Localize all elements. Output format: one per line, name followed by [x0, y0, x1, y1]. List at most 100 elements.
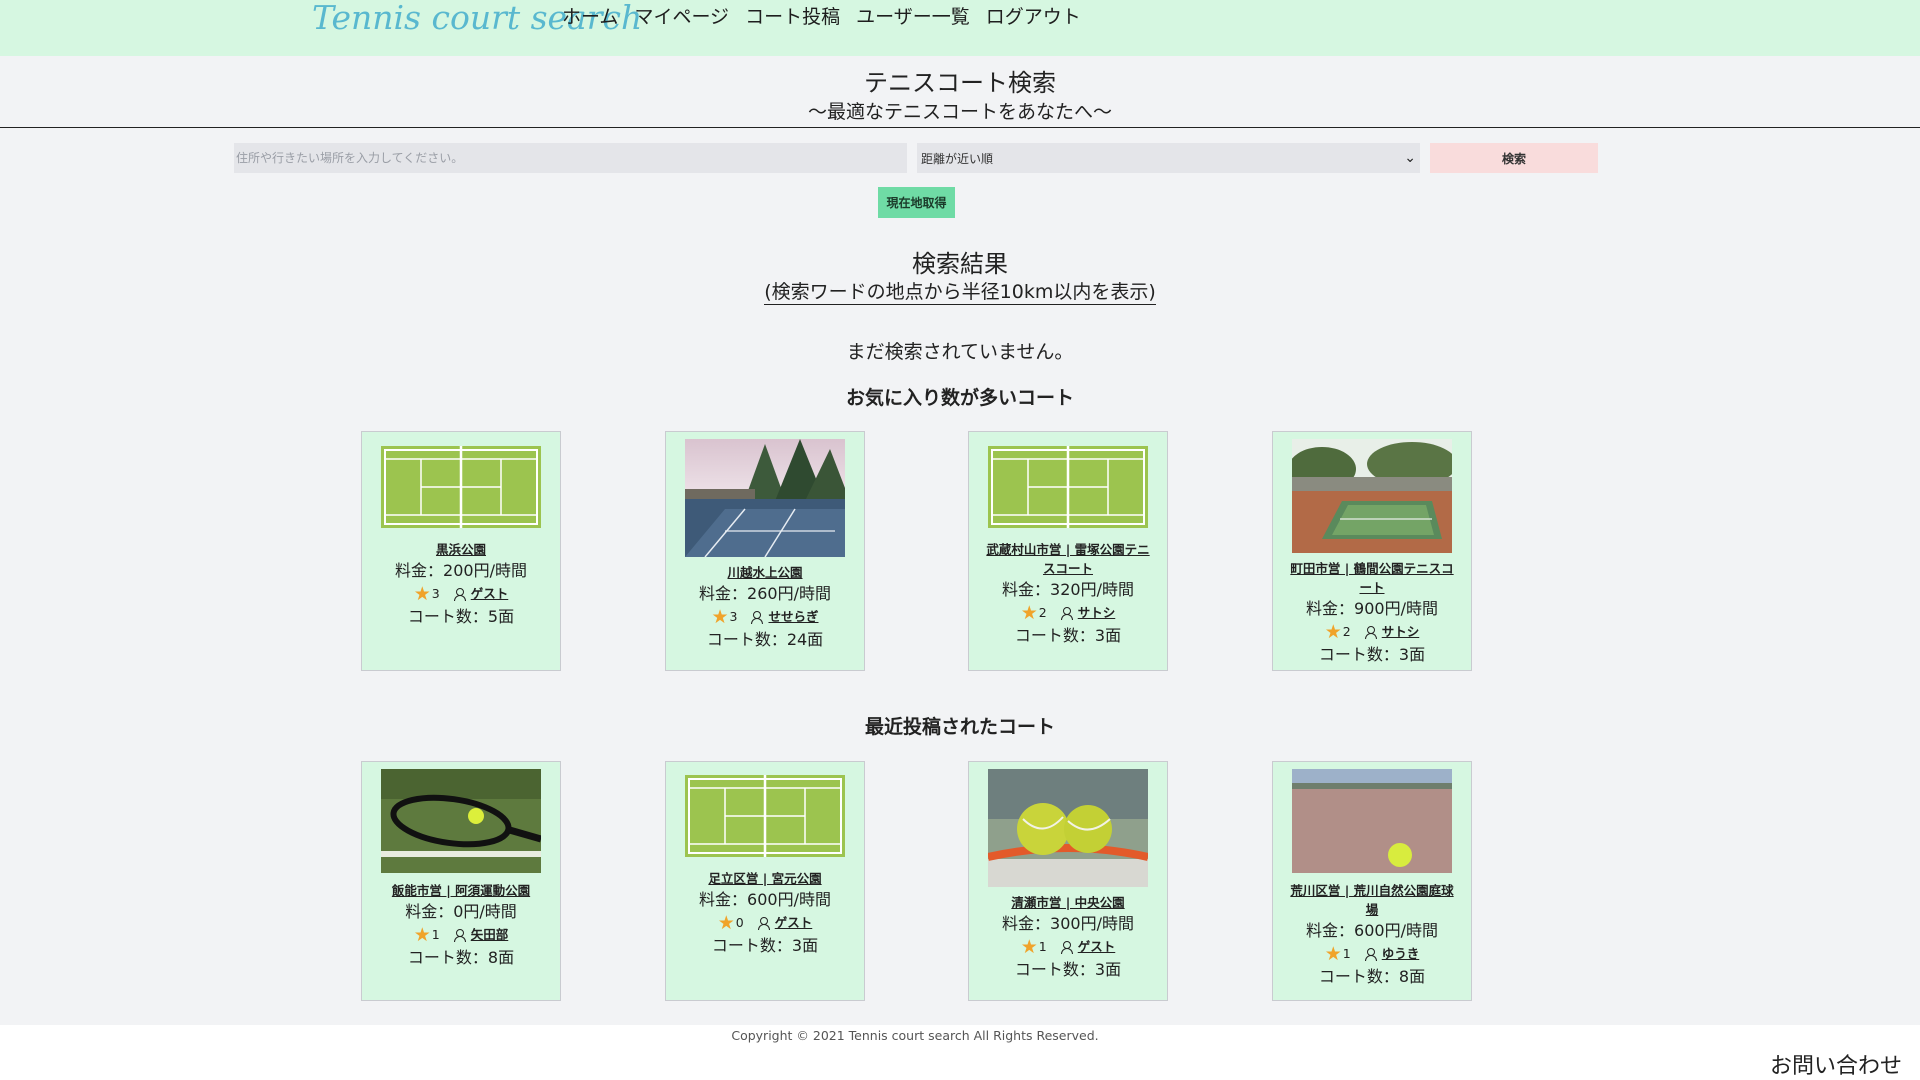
star-icon: ★ — [1324, 621, 1342, 643]
poster-link[interactable]: ゲスト — [1078, 936, 1116, 958]
user-icon — [757, 917, 770, 930]
poster: せせらぎ — [751, 606, 819, 628]
poster-link[interactable]: サトシ — [1078, 602, 1116, 624]
favorite-count-value: 2 — [1038, 605, 1047, 620]
poster: ゲスト — [453, 583, 509, 605]
nav-logout[interactable]: ログアウト — [986, 4, 1081, 30]
poster: ゲスト — [757, 912, 813, 934]
court-count: コート数：3面 — [1014, 960, 1122, 979]
favorite-count[interactable]: ★ 2 — [1325, 621, 1351, 643]
court-count: コート数：3面 — [1014, 626, 1122, 645]
court-meta: ★ 3 せせらぎ — [666, 606, 864, 628]
court-name-link[interactable]: 足立区営 | 宮元公園 — [666, 869, 864, 888]
court-name-link[interactable]: 川越水上公園 — [666, 563, 864, 582]
recent-court-card: 足立区営 | 宮元公園 料金：600円/時間 ★ 0 ゲスト コート数：3面 — [665, 761, 865, 1001]
search-button[interactable]: 検索 — [1430, 143, 1598, 173]
favorite-count-value: 1 — [1038, 939, 1047, 954]
user-icon — [1364, 626, 1377, 639]
favorite-count[interactable]: ★ 1 — [414, 924, 440, 946]
nav-user-list[interactable]: ユーザー一覧 — [856, 4, 970, 30]
court-count: コート数：3面 — [711, 936, 819, 955]
court-image[interactable] — [988, 769, 1148, 887]
court-name-link[interactable]: 町田市営 | 鶴間公園テニスコート — [1273, 559, 1471, 597]
nav-post-court[interactable]: コート投稿 — [745, 4, 840, 30]
poster-link[interactable]: サトシ — [1382, 621, 1420, 643]
favorite-count-value: 2 — [1342, 624, 1351, 639]
court-image[interactable] — [1292, 769, 1452, 873]
favorite-count-value: 0 — [735, 915, 744, 930]
court-count: コート数：5面 — [407, 607, 515, 626]
poster: ゆうき — [1364, 943, 1420, 965]
poster-link[interactable]: 矢田部 — [471, 924, 509, 946]
results-note: (検索ワードの地点から半径10km以内を表示) — [764, 281, 1156, 305]
court-count: コート数：24面 — [706, 630, 824, 649]
favorite-count[interactable]: ★ 3 — [414, 583, 440, 605]
court-name-link[interactable]: 武蔵村山市営 | 雷塚公園テニスコート — [969, 540, 1167, 578]
court-price: 料金：300円/時間 — [1002, 914, 1134, 933]
court-price: 料金：200円/時間 — [395, 561, 527, 580]
search-input[interactable] — [234, 143, 907, 173]
star-icon: ★ — [717, 912, 735, 934]
court-image[interactable] — [1292, 439, 1452, 553]
poster: 矢田部 — [453, 924, 509, 946]
sort-selected-value: 距離が近い順 — [921, 151, 994, 166]
favorite-count[interactable]: ★ 1 — [1325, 943, 1351, 965]
favorite-count[interactable]: ★ 2 — [1021, 602, 1047, 624]
court-meta: ★ 0 ゲスト — [666, 912, 864, 934]
recent-court-card: 荒川区営 | 荒川自然公園庭球場 料金：600円/時間 ★ 1 ゆうき コート数：… — [1272, 761, 1472, 1001]
star-icon: ★ — [413, 924, 431, 946]
star-icon: ★ — [1020, 936, 1038, 958]
page-subtitle: 〜最適なテニスコートをあなたへ〜 — [807, 101, 1112, 123]
poster-link[interactable]: ゲスト — [471, 583, 509, 605]
poster: サトシ — [1364, 621, 1420, 643]
court-name-link[interactable]: 清瀬市営 | 中央公園 — [969, 893, 1167, 912]
court-image[interactable] — [988, 446, 1148, 528]
poster-link[interactable]: ゲスト — [775, 912, 813, 934]
court-name-link[interactable]: 黒浜公園 — [362, 540, 560, 559]
star-icon: ★ — [711, 606, 729, 628]
favorite-count[interactable]: ★ 1 — [1021, 936, 1047, 958]
favorite-count-value: 3 — [431, 586, 440, 601]
court-image[interactable] — [685, 439, 845, 557]
court-name-link[interactable]: 荒川区営 | 荒川自然公園庭球場 — [1273, 881, 1471, 919]
poster-link[interactable]: ゆうき — [1382, 943, 1420, 965]
results-title: 検索結果 — [912, 250, 1008, 278]
copyright-text: Copyright © 2021 Tennis court search All… — [731, 1028, 1099, 1043]
court-meta: ★ 3 ゲスト — [362, 583, 560, 605]
court-price: 料金：0円/時間 — [405, 902, 517, 921]
favorite-count[interactable]: ★ 0 — [718, 912, 744, 934]
popular-court-card: 町田市営 | 鶴間公園テニスコート 料金：900円/時間 ★ 2 サトシ コート数… — [1272, 431, 1472, 671]
court-count: コート数：8面 — [1318, 967, 1426, 986]
court-meta: ★ 2 サトシ — [969, 602, 1167, 624]
page-title: テニスコート検索 — [864, 69, 1056, 97]
court-image[interactable] — [381, 446, 541, 528]
nav-mypage[interactable]: マイページ — [634, 4, 729, 30]
nav-home[interactable]: ホーム — [562, 4, 618, 30]
court-price: 料金：260円/時間 — [699, 584, 831, 603]
chevron-down-icon: ⌄ — [1404, 150, 1416, 166]
results-header: 検索結果 (検索ワードの地点から半径10km以内を表示) — [0, 248, 1920, 305]
empty-results-message: まだ検索されていません。 — [846, 341, 1074, 363]
hero: テニスコート検索 〜最適なテニスコートをあなたへ〜 — [0, 66, 1920, 124]
favorite-count[interactable]: ★ 3 — [711, 606, 737, 628]
court-image[interactable] — [381, 769, 541, 873]
sort-select[interactable]: 距離が近い順 ⌄ — [917, 143, 1420, 173]
poster-link[interactable]: せせらぎ — [768, 606, 818, 628]
court-count: コート数：3面 — [1318, 645, 1426, 664]
favorite-count-value: 3 — [729, 609, 738, 624]
contact-link[interactable]: お問い合わせ — [1770, 1048, 1902, 1080]
main-nav: ホーム マイページ コート投稿 ユーザー一覧 ログアウト — [562, 4, 1081, 30]
court-count: コート数：8面 — [407, 948, 515, 967]
court-image[interactable] — [685, 775, 845, 857]
get-location-button[interactable]: 現在地取得 — [878, 187, 955, 218]
court-meta: ★ 2 サトシ — [1273, 621, 1471, 643]
popular-section-title: お気に入り数が多いコート — [845, 387, 1074, 409]
court-name-link[interactable]: 飯能市営 | 阿須運動公園 — [362, 881, 560, 900]
recent-section-title: 最近投稿されたコート — [864, 716, 1055, 738]
user-icon — [453, 588, 466, 601]
divider — [0, 127, 1920, 128]
popular-court-card: 黒浜公園 料金：200円/時間 ★ 3 ゲスト コート数：5面 — [361, 431, 561, 671]
user-icon — [1060, 941, 1073, 954]
popular-court-card: 川越水上公園 料金：260円/時間 ★ 3 せせらぎ コート数：24面 — [665, 431, 865, 671]
poster: サトシ — [1060, 602, 1116, 624]
